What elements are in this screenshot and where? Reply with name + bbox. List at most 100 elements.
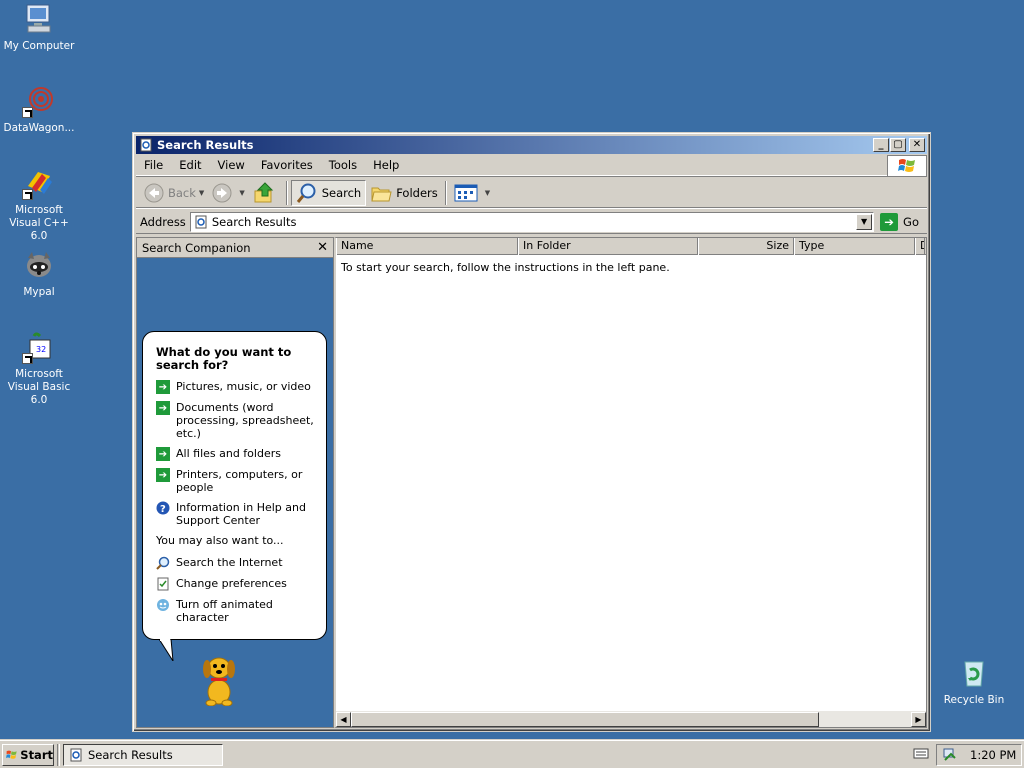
address-value: Search Results <box>211 214 297 229</box>
go-label: Go <box>903 214 919 229</box>
shortcut-arrow-icon <box>22 107 33 118</box>
maximize-button[interactable]: ▢ <box>890 138 906 152</box>
menu-help[interactable]: Help <box>365 158 407 172</box>
desktop-icon-my-computer[interactable]: My Computer <box>0 2 78 53</box>
balloon-tail <box>158 639 174 661</box>
green-arrow-icon: ➔ <box>156 401 170 415</box>
folders-icon <box>371 187 392 201</box>
minimize-icon: _ <box>878 139 884 150</box>
windows-logo-icon <box>6 750 17 759</box>
close-button[interactable]: ✕ <box>909 138 925 152</box>
scroll-left-icon: ◀ <box>340 714 347 724</box>
forward-dropdown-icon[interactable]: ▼ <box>239 189 244 197</box>
column-header-size[interactable]: Size <box>698 238 794 255</box>
keyboard-icon[interactable] <box>913 746 929 763</box>
option-pictures[interactable]: ➔ Pictures, music, or video <box>156 380 316 394</box>
desktop-icon-recycle-bin[interactable]: Recycle Bin <box>935 656 1013 707</box>
maximize-icon: ▢ <box>893 139 903 150</box>
preferences-icon <box>157 577 169 591</box>
back-button[interactable]: Back ▼ <box>140 180 208 206</box>
search-dog-character[interactable] <box>197 652 241 706</box>
search-icon <box>296 183 316 203</box>
option-all-files[interactable]: ➔ All files and folders <box>156 447 316 461</box>
green-arrow-icon: ➔ <box>156 447 170 461</box>
desktop-icon-visual-basic[interactable]: 32 Microsoft Visual Basic 6.0 <box>0 330 78 407</box>
minimize-button[interactable]: _ <box>873 138 889 152</box>
search-button[interactable]: Search <box>290 179 367 206</box>
start-label: Start <box>20 747 53 762</box>
menu-favorites[interactable]: Favorites <box>253 158 321 172</box>
menu-file[interactable]: File <box>136 158 171 172</box>
column-header-name[interactable]: Name <box>336 238 518 255</box>
option-search-internet[interactable]: Search the Internet <box>156 556 316 570</box>
menu-view[interactable]: View <box>210 158 253 172</box>
option-label: Information in Help and Support Center <box>176 501 306 527</box>
column-header-date[interactable]: D <box>915 238 925 255</box>
column-headers: Name In Folder Size Type D <box>336 238 926 255</box>
start-button[interactable]: Start <box>2 743 54 766</box>
option-turn-off-character[interactable]: Turn off animated character <box>156 598 316 624</box>
folders-button[interactable]: Folders <box>366 180 442 206</box>
animated-character-icon <box>157 599 169 611</box>
my-computer-icon <box>22 2 56 36</box>
visual-basic-icon: 32 <box>22 330 56 364</box>
views-button[interactable]: ▼ <box>450 180 494 206</box>
option-help-center[interactable]: ? Information in Help and Support Center <box>156 501 316 527</box>
svg-text:?: ? <box>160 504 166 515</box>
system-tray: 1:20 PM <box>936 744 1022 766</box>
window-title: Search Results <box>157 138 254 152</box>
option-label: Documents (word processing, spreadsheet,… <box>176 401 314 440</box>
title-bar[interactable]: Search Results _ ▢ ✕ <box>136 136 927 154</box>
recycle-bin-icon <box>957 656 991 690</box>
option-change-preferences[interactable]: Change preferences <box>156 577 316 591</box>
menu-edit[interactable]: Edit <box>171 158 209 172</box>
search-results-window-icon <box>70 748 82 761</box>
back-label: Back <box>168 185 196 200</box>
column-header-type[interactable]: Type <box>794 238 915 255</box>
horizontal-scrollbar[interactable]: ◀ ▶ <box>336 711 926 727</box>
desktop-icon-label: Microsoft Visual Basic 6.0 <box>7 368 71 406</box>
views-dropdown-icon[interactable]: ▼ <box>485 189 490 197</box>
search-balloon: What do you want to search for? ➔ Pictur… <box>142 331 327 640</box>
option-label: Printers, computers, or people <box>176 468 303 494</box>
empty-results-message: To start your search, follow the instruc… <box>341 261 670 274</box>
up-folder-button[interactable] <box>249 180 283 206</box>
option-printers[interactable]: ➔ Printers, computers, or people <box>156 468 316 494</box>
folders-label: Folders <box>396 185 438 200</box>
address-dropdown-button[interactable]: ▼ <box>856 213 873 230</box>
toolbar-separator <box>444 180 447 205</box>
search-question: What do you want to search for? <box>156 345 292 372</box>
clock[interactable]: 1:20 PM <box>970 748 1016 762</box>
datawagon-icon <box>22 84 56 118</box>
menu-tools[interactable]: Tools <box>321 158 365 172</box>
help-icon: ? <box>156 501 170 515</box>
search-companion-pane: Search Companion ✕ What do you want to s… <box>136 237 334 728</box>
scrollbar-thumb[interactable] <box>351 711 819 727</box>
column-header-in-folder[interactable]: In Folder <box>518 238 698 255</box>
forward-button[interactable]: ▼ <box>208 180 248 206</box>
scroll-right-button[interactable]: ▶ <box>911 711 926 727</box>
windows-flag-icon <box>887 155 927 177</box>
taskbar-item-label: Search Results <box>88 747 173 762</box>
desktop-icon-visual-cpp[interactable]: Microsoft Visual C++ 6.0 <box>0 166 78 243</box>
close-pane-icon[interactable]: ✕ <box>317 240 328 255</box>
svg-text:32: 32 <box>36 345 46 354</box>
back-dropdown-icon[interactable]: ▼ <box>199 189 204 197</box>
desktop-icon-datawagon[interactable]: DataWagon... <box>0 84 78 135</box>
scroll-right-icon: ▶ <box>915 714 922 724</box>
search-companion-header: Search Companion ✕ <box>137 238 333 258</box>
scroll-left-button[interactable]: ◀ <box>336 711 351 727</box>
desktop-icon-label: My Computer <box>3 40 75 52</box>
taskbar-item-search-results[interactable]: Search Results <box>63 743 223 766</box>
desktop-icon-mypal[interactable]: Mypal <box>0 248 78 299</box>
go-arrow-icon: ➔ <box>880 212 899 231</box>
option-documents[interactable]: ➔ Documents (word processing, spreadshee… <box>156 401 316 440</box>
go-button[interactable]: ➔ Go <box>880 212 919 231</box>
menu-bar: File Edit View Favorites Tools Help <box>136 154 927 177</box>
address-field[interactable]: Search Results ▼ <box>189 211 875 232</box>
standard-toolbar: Back ▼ ▼ Search Folders ▼ <box>136 178 927 208</box>
network-icon[interactable] <box>942 747 958 763</box>
option-label: All files and folders <box>176 447 281 460</box>
also-label: You may also want to... <box>156 534 284 547</box>
window-content: Search Companion ✕ What do you want to s… <box>136 237 927 728</box>
